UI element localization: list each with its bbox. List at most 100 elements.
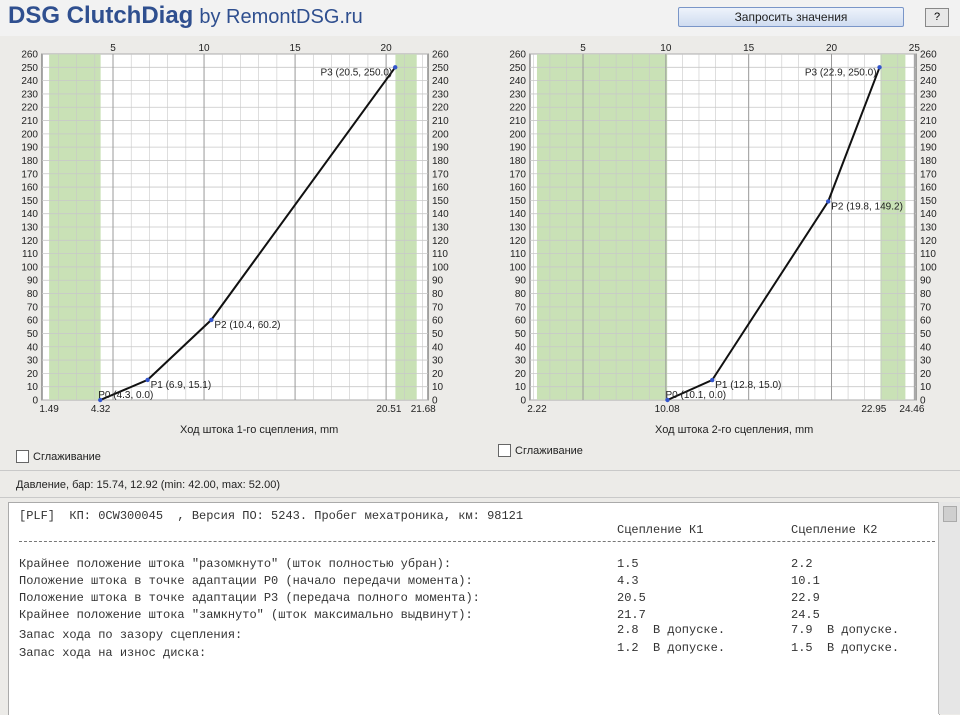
y-tick-right: 210 bbox=[920, 116, 937, 127]
y-tick-right: 30 bbox=[920, 356, 932, 367]
chart-clutch-2-svg: 0 010 1020 2030 3040 4050 5060 6070 7080 8090 9010… bbox=[494, 40, 946, 418]
smoothing-checkbox-1[interactable]: Сглаживание bbox=[16, 450, 101, 463]
y-tick-left: 120 bbox=[509, 236, 526, 247]
y-tick-right: 130 bbox=[920, 223, 937, 234]
y-tick-left: 190 bbox=[21, 143, 38, 154]
y-tick-right: 40 bbox=[432, 342, 444, 353]
y-tick-right: 200 bbox=[920, 129, 937, 140]
y-tick-left: 60 bbox=[515, 316, 527, 327]
y-tick-left: 260 bbox=[509, 50, 526, 61]
divider bbox=[0, 497, 960, 498]
curve-point bbox=[877, 65, 882, 70]
col-header-k1: Сцепление К1 bbox=[617, 523, 704, 537]
y-tick-right: 230 bbox=[432, 89, 449, 100]
help-button[interactable]: ? bbox=[925, 8, 949, 27]
y-tick-right: 150 bbox=[920, 196, 937, 207]
y-tick-right: 220 bbox=[920, 103, 937, 114]
report-panel[interactable]: [PLF] КП: 0CW300045 , Версия ПО: 5243. П… bbox=[8, 502, 940, 715]
point-label: P1 (12.8, 15.0) bbox=[715, 380, 781, 391]
smoothing-checkbox-2[interactable]: Сглаживание bbox=[498, 444, 583, 457]
y-tick-right: 220 bbox=[432, 103, 449, 114]
k1-value: 21.7 bbox=[617, 608, 646, 622]
report-row-label: Запас хода по зазору сцепления: bbox=[19, 628, 243, 642]
curve-point bbox=[393, 65, 398, 70]
report-row-label: Крайнее положение штока "разомкнуто" (шт… bbox=[19, 557, 452, 571]
pressure-status: Давление, бар: 15.74, 12.92 (min: 42.00,… bbox=[16, 479, 280, 491]
y-tick-right: 60 bbox=[432, 316, 444, 327]
x-tick-top: 15 bbox=[743, 43, 755, 54]
checkbox-box[interactable] bbox=[16, 450, 29, 463]
y-tick-left: 140 bbox=[509, 209, 526, 220]
x-mark-bottom: 1.49 bbox=[39, 404, 59, 415]
y-tick-left: 130 bbox=[21, 223, 38, 234]
checkbox-box[interactable] bbox=[498, 444, 511, 457]
report-row-label: Положение штока в точке адаптации P3 (пе… bbox=[19, 591, 480, 605]
x-mark-bottom: 24.46 bbox=[899, 404, 924, 415]
y-tick-right: 250 bbox=[432, 63, 449, 74]
app-title: DSG ClutchDiag bbox=[8, 2, 194, 29]
point-label: P1 (6.9, 15.1) bbox=[151, 380, 212, 391]
x-mark-bottom: 2.22 bbox=[527, 404, 547, 415]
y-tick-left: 240 bbox=[509, 76, 526, 87]
y-tick-left: 180 bbox=[509, 156, 526, 167]
y-tick-left: 250 bbox=[21, 63, 38, 74]
y-tick-left: 80 bbox=[515, 289, 527, 300]
y-tick-right: 260 bbox=[432, 50, 449, 61]
app-header: DSG ClutchDiag by RemontDSG.ru Запросить … bbox=[0, 0, 960, 36]
chart-clutch-1-svg: 0 010 1020 2030 3040 4050 5060 6070 7080 8090 9010… bbox=[6, 40, 458, 418]
y-tick-left: 70 bbox=[515, 302, 527, 313]
y-tick-right: 200 bbox=[432, 129, 449, 140]
y-tick-left: 200 bbox=[509, 129, 526, 140]
y-tick-right: 140 bbox=[920, 209, 937, 220]
y-tick-left: 110 bbox=[510, 249, 526, 260]
y-tick-left: 30 bbox=[515, 356, 527, 367]
report-row-label: Крайнее положение штока "замкнуто" (шток… bbox=[19, 608, 473, 622]
x-tick-top: 25 bbox=[909, 43, 921, 54]
curve-point bbox=[145, 377, 150, 383]
y-tick-right: 50 bbox=[920, 329, 932, 340]
point-label: P0 (4.3, 0.0) bbox=[98, 390, 153, 401]
curve-point bbox=[825, 199, 831, 204]
y-tick-right: 240 bbox=[920, 76, 937, 87]
y-tick-right: 50 bbox=[432, 329, 444, 340]
y-tick-left: 250 bbox=[509, 63, 526, 74]
y-tick-right: 180 bbox=[432, 156, 449, 167]
y-tick-right: 70 bbox=[432, 302, 444, 313]
y-tick-left: 50 bbox=[27, 329, 39, 340]
y-tick-right: 20 bbox=[920, 369, 932, 380]
y-tick-right: 10 bbox=[432, 382, 444, 393]
y-tick-left: 10 bbox=[515, 382, 527, 393]
y-tick-right: 30 bbox=[432, 356, 444, 367]
y-tick-left: 130 bbox=[509, 223, 526, 234]
y-tick-right: 110 bbox=[920, 249, 936, 260]
divider bbox=[0, 470, 960, 471]
k1-value: 1.2 В допуске. bbox=[617, 641, 726, 655]
y-tick-left: 70 bbox=[27, 302, 39, 313]
y-tick-right: 90 bbox=[432, 276, 444, 287]
scrollbar-thumb[interactable] bbox=[943, 506, 957, 522]
y-tick-right: 230 bbox=[920, 89, 937, 100]
x-tick-top: 10 bbox=[660, 43, 672, 54]
y-tick-left: 170 bbox=[509, 169, 526, 180]
y-tick-left: 20 bbox=[27, 369, 39, 380]
report-scrollbar[interactable] bbox=[938, 502, 960, 714]
y-tick-left: 200 bbox=[21, 129, 38, 140]
y-tick-right: 140 bbox=[432, 209, 449, 220]
app-logo: DSG ClutchDiag by RemontDSG.ru bbox=[8, 2, 363, 30]
y-tick-right: 120 bbox=[432, 236, 449, 247]
x-tick-top: 20 bbox=[381, 43, 393, 54]
chart-clutch-1: 0 0 10 10 20 20 30 30 40 40 50 50 60 60 70 70 80 80 90 90 10… bbox=[6, 40, 458, 418]
y-tick-right: 250 bbox=[920, 63, 937, 74]
x-tick-top: 10 bbox=[198, 43, 210, 54]
y-tick-right: 160 bbox=[920, 183, 937, 194]
y-tick-right: 190 bbox=[432, 143, 449, 154]
report-row-label: Положение штока в точке адаптации P0 (на… bbox=[19, 574, 473, 588]
y-tick-left: 170 bbox=[21, 169, 38, 180]
col-header-k2: Сцепление К2 bbox=[791, 523, 878, 537]
y-tick-right: 80 bbox=[920, 289, 932, 300]
y-tick-right: 90 bbox=[920, 276, 932, 287]
y-tick-left: 210 bbox=[21, 116, 38, 127]
y-tick-left: 0 bbox=[32, 396, 38, 407]
y-tick-right: 130 bbox=[432, 223, 449, 234]
request-values-button[interactable]: Запросить значения bbox=[678, 7, 904, 27]
